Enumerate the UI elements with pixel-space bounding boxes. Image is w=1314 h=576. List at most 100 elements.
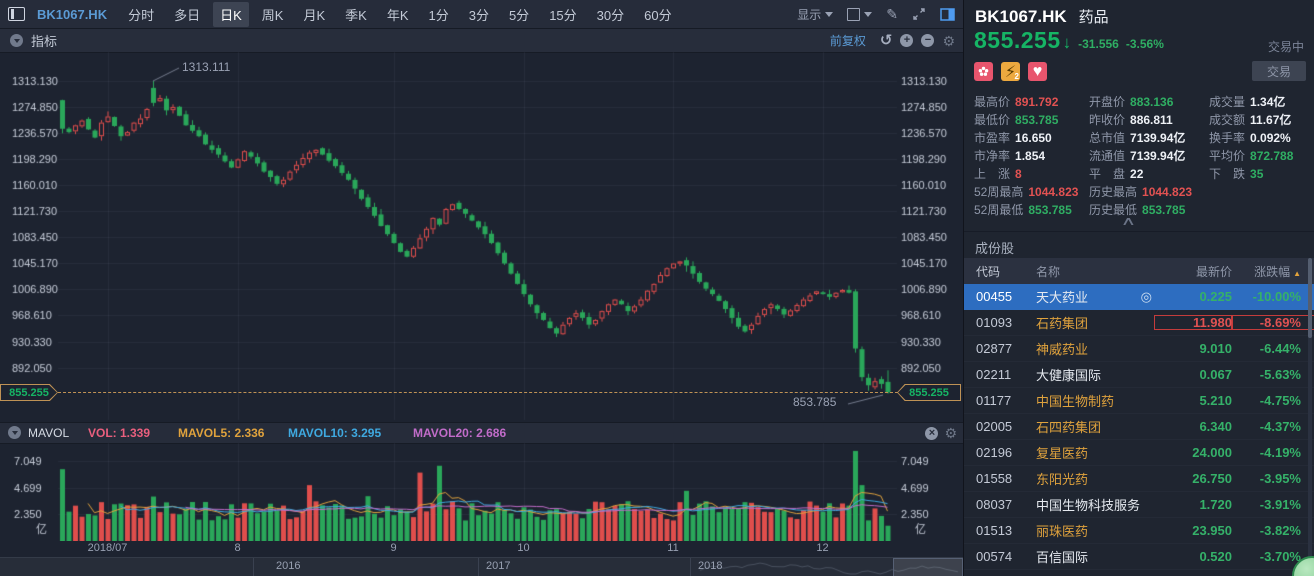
stat-value: 0.092% [1250, 131, 1291, 145]
stat-label: 市净率 [974, 149, 1010, 163]
range-selection-window[interactable] [893, 558, 963, 576]
cell-name: 百信国际 [1036, 547, 1154, 566]
volume-canvas[interactable] [0, 443, 963, 541]
table-row-01177[interactable]: 01177中国生物制药5.210-4.75% [964, 388, 1314, 414]
indicator-settings-icon[interactable]: ⚙ [944, 426, 957, 440]
table-row-01558[interactable]: 01558东阳光药26.750-3.95% [964, 466, 1314, 492]
tab-多日[interactable]: 多日 [167, 2, 207, 27]
close-indicator-icon[interactable]: × [925, 427, 938, 440]
scrollbar-thumb[interactable] [1308, 258, 1312, 338]
volume-legend-1: MAVOL5: 2.336 [178, 426, 264, 440]
tab-年K[interactable]: 年K [380, 2, 416, 27]
chart-style-dropdown[interactable] [847, 8, 872, 21]
tab-30分[interactable]: 30分 [590, 2, 631, 27]
candlestick-chart-area: 855.255 855.255 1313.111 853.785 [0, 52, 963, 422]
candlestick-canvas[interactable] [0, 52, 963, 422]
time-tick-8: 8 [234, 542, 240, 554]
stat-总市值: 总市值7139.94亿 [1089, 129, 1209, 146]
window-layout-icon[interactable] [8, 7, 25, 21]
draw-tool-icon[interactable]: ✎ [886, 6, 898, 23]
indicator-dropdown-icon[interactable] [10, 34, 23, 47]
adjust-mode-label[interactable]: 前复权 [830, 32, 866, 49]
stat-52周最低: 52周最低853.785 [974, 201, 1089, 218]
favorite-heart-icon[interactable]: ♥ [1028, 62, 1047, 81]
zoom-out-icon[interactable]: − [921, 34, 934, 47]
stat-value: 853.785 [1028, 203, 1071, 217]
volume-legend-3: MAVOL20: 2.686 [413, 426, 506, 440]
cell-name: 中国生物科技服务 [1036, 495, 1154, 514]
display-dropdown[interactable]: 显示 [797, 6, 833, 23]
table-row-08037[interactable]: 08037中国生物科技服务1.720-3.91% [964, 492, 1314, 518]
quote-level-icon[interactable]: ⚡2 [1001, 62, 1020, 81]
tab-月K[interactable]: 月K [296, 2, 332, 27]
quote-code: BK1067.HK [975, 7, 1067, 26]
fullscreen-icon[interactable] [912, 7, 926, 21]
chevron-down-icon [864, 12, 872, 17]
tab-日K[interactable]: 日K [213, 2, 249, 27]
range-year-2017: 2017 [486, 560, 510, 572]
undo-icon[interactable]: ↺ [880, 33, 893, 48]
stat-市盈率: 市盈率16.650 [974, 129, 1089, 146]
tab-15分[interactable]: 15分 [542, 2, 583, 27]
table-row-01513[interactable]: 01513丽珠医药23.950-3.82% [964, 518, 1314, 544]
stats-row: 市净率1.854流通值7139.94亿平均价872.788 [974, 146, 1308, 164]
mavol-dropdown-icon[interactable] [8, 426, 21, 439]
mavol-title: MAVOL [28, 426, 69, 440]
cell-code: 02877 [964, 341, 1036, 356]
stat-value: 16.650 [1015, 131, 1052, 145]
header-change-percent[interactable]: 涨跌幅▲ [1232, 263, 1314, 280]
cell-code: 00574 [964, 549, 1036, 564]
table-row-02877[interactable]: 02877神威药业9.010-6.44% [964, 336, 1314, 362]
cell-name: 神威药业 [1036, 339, 1154, 358]
stock-name: 中国生物科技服务 [1036, 495, 1140, 514]
watch-eye-icon[interactable]: ◎ [1141, 289, 1152, 305]
table-row-00574[interactable]: 00574百信国际0.520-3.70% [964, 544, 1314, 570]
cell-price: 1.720 [1154, 497, 1232, 512]
stat-平均价: 平均价872.788 [1209, 147, 1308, 164]
stat-52周最高: 52周最高1044.823 [974, 183, 1089, 200]
stat-label: 成交量 [1209, 95, 1245, 109]
current-price-tag-right: 855.255 [897, 384, 961, 401]
stat-昨收价: 昨收价886.811 [1089, 111, 1209, 128]
time-tick-12: 12 [816, 542, 828, 554]
range-selector-strip[interactable]: 201620172018 [0, 557, 963, 576]
table-row-00858[interactable]: 00858精优药业0.109-3.54% [964, 570, 1314, 576]
stat-value: 35 [1250, 167, 1263, 181]
stat-value: 883.136 [1130, 95, 1173, 109]
tab-3分[interactable]: 3分 [462, 2, 496, 27]
tab-60分[interactable]: 60分 [637, 2, 678, 27]
trade-button[interactable]: 交易 [1252, 61, 1306, 81]
tab-周K[interactable]: 周K [255, 2, 291, 27]
header-last-price[interactable]: 最新价 [1154, 263, 1232, 280]
stat-最高价: 最高价891.792 [974, 93, 1089, 110]
cell-price: 6.340 [1154, 419, 1232, 434]
stat-label: 最低价 [974, 113, 1010, 127]
stat-label: 平均价 [1209, 149, 1245, 163]
tab-季K[interactable]: 季K [338, 2, 374, 27]
divider [964, 231, 1314, 232]
collapse-stats-chevron-icon[interactable]: ∧ [1120, 214, 1136, 228]
hk-market-icon[interactable] [974, 62, 993, 81]
zoom-in-icon[interactable]: + [900, 34, 913, 47]
table-row-02211[interactable]: 02211大健康国际0.067-5.63% [964, 362, 1314, 388]
indicator-label[interactable]: 指标 [31, 31, 57, 50]
panel-toggle-icon[interactable] [940, 8, 955, 21]
time-tick-2018/07: 2018/07 [88, 542, 128, 554]
cell-change-percent: -3.95% [1232, 471, 1314, 486]
chart-settings-icon[interactable]: ⚙ [942, 34, 955, 48]
sort-asc-icon: ▲ [1293, 269, 1301, 278]
table-row-02005[interactable]: 02005石四药集团6.340-4.37% [964, 414, 1314, 440]
stats-row: 上 涨8平 盘22下 跌35 [974, 164, 1308, 182]
tab-1分[interactable]: 1分 [421, 2, 455, 27]
table-scrollbar[interactable] [1308, 258, 1312, 576]
tab-分时[interactable]: 分时 [121, 2, 161, 27]
table-row-02196[interactable]: 02196复星医药24.000-4.19% [964, 440, 1314, 466]
stats-row: 52周最高1044.823历史最高1044.823 [974, 182, 1308, 200]
table-row-00455[interactable]: 00455天大药业◎0.225-10.00% [964, 284, 1314, 310]
cell-change-percent: -10.00% [1232, 289, 1314, 304]
cell-name: 复星医药 [1036, 443, 1154, 462]
table-row-01093[interactable]: 01093石药集团11.980-8.69% [964, 310, 1314, 336]
kline-toolbar: BK1067.HK 分时多日日K周K月K季K年K1分3分5分15分30分60分 … [0, 0, 963, 29]
cell-change-percent: -3.91% [1232, 497, 1314, 512]
tab-5分[interactable]: 5分 [502, 2, 536, 27]
